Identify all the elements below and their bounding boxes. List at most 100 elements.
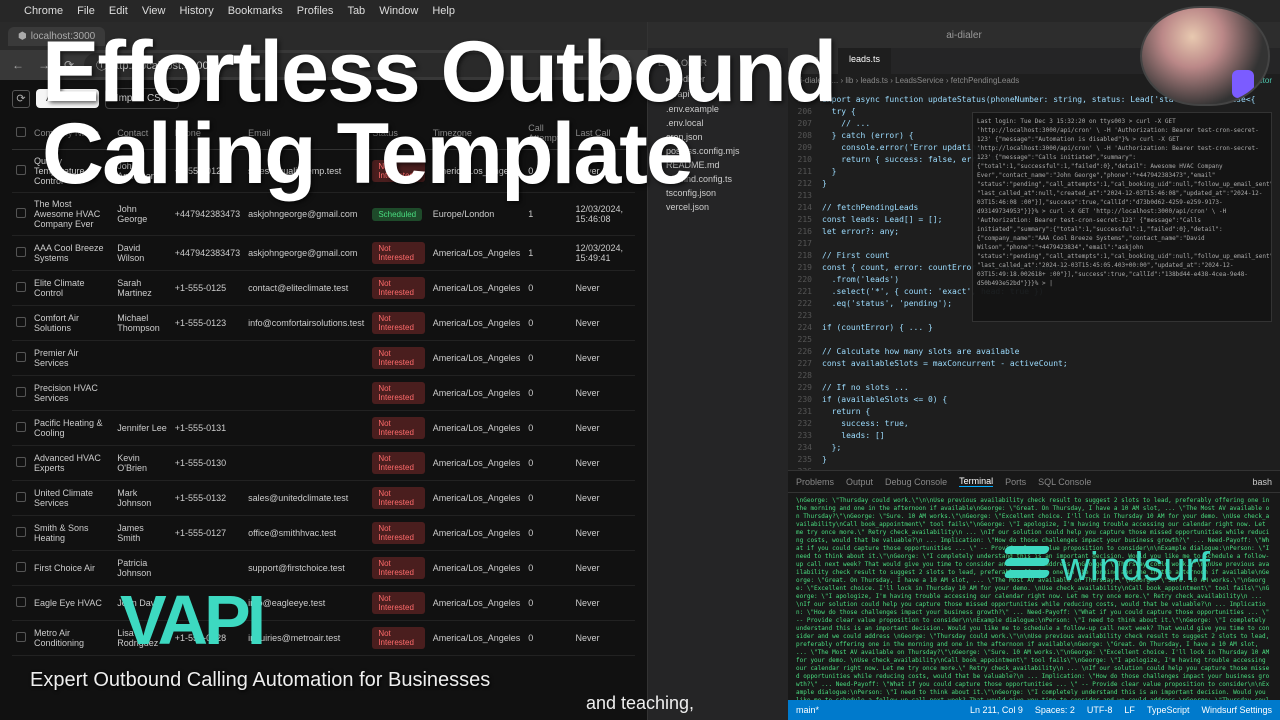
terminal-output[interactable]: \nGeorge: \"Thursday could work.\"\n\nUs… [788, 493, 1280, 700]
table-row[interactable]: Quality Temperature Control John Anderso… [12, 150, 635, 193]
col-timezone[interactable]: Timezone [429, 117, 525, 150]
cell-attempts: 0 [524, 411, 571, 446]
row-checkbox[interactable] [16, 457, 26, 467]
row-checkbox[interactable] [16, 527, 26, 537]
row-checkbox[interactable] [16, 317, 26, 327]
cell-phone: +1-555-0128 [171, 621, 244, 656]
editor-tab[interactable]: route.ts [788, 48, 839, 74]
indent-setting[interactable]: Spaces: 2 [1035, 705, 1075, 715]
table-row[interactable]: Eagle Eye HVAC John Davis info@eagleeye.… [12, 586, 635, 621]
cell-phone [171, 551, 244, 586]
language-mode[interactable]: TypeScript [1147, 705, 1190, 715]
col-company[interactable]: Company Name [30, 117, 113, 150]
col-attempts[interactable]: Call Attempts [524, 117, 571, 150]
file-item[interactable]: cron.json [652, 130, 784, 144]
file-item[interactable]: README.md [652, 158, 784, 172]
select-all-checkbox[interactable] [16, 127, 26, 137]
row-checkbox[interactable] [16, 562, 26, 572]
command-center[interactable]: ai-dialer [946, 30, 982, 41]
back-icon[interactable]: ← [8, 56, 28, 74]
cell-timezone: America/Los_Angeles [429, 306, 525, 341]
table-row[interactable]: Pacific Heating & Cooling Jennifer Lee +… [12, 411, 635, 446]
menu-item[interactable]: Edit [109, 5, 128, 17]
status-badge: Not Interested [372, 160, 424, 182]
table-row[interactable]: Metro Air Conditioning Lisa Rodriguez +1… [12, 621, 635, 656]
table-row[interactable]: Precision HVAC Services Not Interested A… [12, 376, 635, 411]
cell-timezone: America/Los_Angeles [429, 446, 525, 481]
menu-item[interactable]: Tab [347, 5, 365, 17]
menu-app[interactable]: Chrome [24, 5, 63, 17]
col-status[interactable]: Status [368, 117, 428, 150]
table-row[interactable]: Comfort Air Solutions Michael Thompson +… [12, 306, 635, 341]
row-checkbox[interactable] [16, 208, 26, 218]
row-checkbox[interactable] [16, 352, 26, 362]
row-checkbox[interactable] [16, 632, 26, 642]
table-row[interactable]: The Most Awesome HVAC Company Ever John … [12, 193, 635, 236]
row-checkbox[interactable] [16, 387, 26, 397]
panel-tab-ports[interactable]: Ports [1005, 477, 1026, 487]
status-badge: Not Interested [372, 452, 424, 474]
cursor-position[interactable]: Ln 211, Col 9 [970, 705, 1023, 715]
table-row[interactable]: United Climate Services Mark Johnson +1-… [12, 481, 635, 516]
menu-item[interactable]: History [179, 5, 213, 17]
row-checkbox[interactable] [16, 492, 26, 502]
address-bar[interactable]: ⓘ http://localhost:3000 [84, 53, 613, 77]
windsurf-settings[interactable]: Windsurf Settings [1201, 705, 1272, 715]
menu-item[interactable]: Profiles [297, 5, 334, 17]
menu-item[interactable]: Window [379, 5, 418, 17]
browser-tab[interactable]: ⬢ localhost:3000 [8, 27, 105, 46]
status-badge: Not Interested [372, 277, 424, 299]
shell-picker[interactable]: bash [1252, 477, 1272, 487]
panel-tab-output[interactable]: Output [846, 477, 873, 487]
table-row[interactable]: First Choice Air Patricia Johnson suppor… [12, 551, 635, 586]
file-item[interactable]: tailwind.config.ts [652, 172, 784, 186]
table-row[interactable]: Advanced HVAC Experts Kevin O'Brien +1-5… [12, 446, 635, 481]
row-checkbox[interactable] [16, 247, 26, 257]
reload-icon[interactable]: ⟳ [60, 56, 78, 74]
status-badge: Not Interested [372, 487, 424, 509]
folder-item[interactable]: vapi [652, 87, 784, 102]
eol[interactable]: LF [1124, 705, 1135, 715]
panel-tab-debug[interactable]: Debug Console [885, 477, 947, 487]
project-root[interactable]: ai-dialer [652, 72, 784, 87]
menu-item[interactable]: Help [432, 5, 455, 17]
panel-tab-problems[interactable]: Problems [796, 477, 834, 487]
col-contact[interactable]: Contact [113, 117, 171, 150]
status-badge: Not Interested [372, 417, 424, 439]
editor-tab[interactable]: leads.ts [839, 48, 891, 74]
table-row[interactable]: AAA Cool Breeze Systems David Wilson +44… [12, 236, 635, 271]
git-branch[interactable]: main* [796, 705, 819, 715]
row-checkbox[interactable] [16, 282, 26, 292]
table-row[interactable]: Elite Climate Control Sarah Martinez +1-… [12, 271, 635, 306]
menu-item[interactable]: File [77, 5, 95, 17]
file-item[interactable]: tsconfig.json [652, 186, 784, 200]
cell-contact [113, 376, 171, 411]
floating-terminal[interactable]: Last login: Tue Dec 3 15:32:20 on ttys00… [972, 112, 1272, 322]
file-item[interactable]: postcss.config.mjs [652, 144, 784, 158]
row-checkbox[interactable] [16, 422, 26, 432]
col-last[interactable]: Last Call [572, 117, 636, 150]
panel-tab-sql[interactable]: SQL Console [1038, 477, 1091, 487]
add-lead-button[interactable]: Add Lead [36, 89, 99, 108]
col-phone[interactable]: Phone [171, 117, 244, 150]
file-item[interactable]: .env.example [652, 102, 784, 116]
extensions-icon[interactable]: ⋮ [619, 56, 639, 74]
file-item[interactable]: .env.local [652, 116, 784, 130]
table-row[interactable]: Smith & Sons Heating James Smith +1-555-… [12, 516, 635, 551]
cell-phone [171, 376, 244, 411]
cell-attempts: 1 [524, 236, 571, 271]
menu-item[interactable]: Bookmarks [228, 5, 283, 17]
refresh-button[interactable]: ⟳ [12, 90, 30, 108]
encoding[interactable]: UTF-8 [1087, 705, 1113, 715]
forward-icon[interactable]: → [34, 56, 54, 74]
table-row[interactable]: Premier Air Services Not Interested Amer… [12, 341, 635, 376]
panel-tab-terminal[interactable]: Terminal [959, 476, 993, 487]
import-csv-button[interactable]: Import CSV [105, 88, 179, 109]
row-checkbox[interactable] [16, 597, 26, 607]
tab-title: localhost:3000 [31, 31, 96, 42]
file-item[interactable]: vercel.json [652, 200, 784, 214]
col-email[interactable]: Email [244, 117, 368, 150]
row-checkbox[interactable] [16, 165, 26, 175]
cell-timezone: America/Los_Angeles [429, 586, 525, 621]
menu-item[interactable]: View [142, 5, 166, 17]
